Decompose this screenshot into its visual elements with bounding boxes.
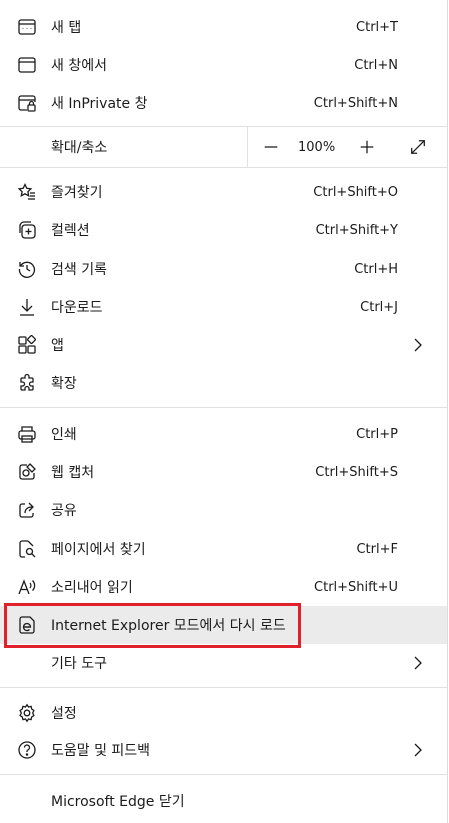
zoom-value: 100% [298,139,336,155]
shortcut-text: Ctrl+T [356,19,398,35]
minus-icon [264,146,278,148]
new-tab-icon [16,16,38,38]
shortcut-text: Ctrl+Shift+N [313,95,398,111]
menu-item-help-feedback[interactable]: 도움말 및 피드백 [0,731,447,769]
menu-item-label: 새 창에서 [51,58,107,74]
zoom-in-button[interactable] [353,133,381,161]
menu-item-reload-ie-mode[interactable]: Internet Explorer 모드에서 다시 로드 [0,606,447,644]
menu-item-label: 설정 [51,706,77,722]
chevron-right-icon [414,656,422,670]
menu-item-label: Internet Explorer 모드에서 다시 로드 [51,618,286,634]
menu-item-label: 소리내어 읽기 [51,580,133,596]
zoom-out-button[interactable] [257,133,285,161]
menu-item-print[interactable]: 인쇄 Ctrl+P [0,415,447,453]
inprivate-window-icon [16,92,38,114]
favorites-star-icon [16,181,38,203]
menu-item-read-aloud[interactable]: 소리내어 읽기 Ctrl+Shift+U [0,568,447,606]
gear-icon [16,702,38,724]
zoom-separator [247,127,248,167]
apps-grid-icon [16,334,38,356]
menu-item-settings[interactable]: 설정 [0,694,447,732]
menu-divider [0,167,447,168]
chevron-right-icon [414,338,422,352]
menu-item-zoom: 확대/축소 100% [0,127,447,167]
menu-item-label: 인쇄 [51,427,77,443]
shortcut-text: Ctrl+Shift+U [314,579,398,595]
shortcut-text: Ctrl+F [356,541,398,557]
read-aloud-icon [16,576,38,598]
printer-icon [16,423,38,445]
window-icon [16,54,38,76]
browser-settings-menu: 새 탭 Ctrl+T 새 창에서 Ctrl+N 새 InPrivate 창 Ct… [0,0,448,823]
menu-item-new-tab[interactable]: 새 탭 Ctrl+T [0,8,447,46]
menu-item-extensions[interactable]: 확장 [0,364,447,402]
menu-divider [0,407,447,408]
find-in-page-icon [16,538,38,560]
collections-icon [16,219,38,241]
puzzle-extension-icon [16,372,38,394]
history-icon [16,258,38,280]
menu-item-label: 도움말 및 피드백 [51,743,151,759]
menu-item-new-window[interactable]: 새 창에서 Ctrl+N [0,46,447,84]
menu-item-find-on-page[interactable]: 페이지에서 찾기 Ctrl+F [0,530,447,568]
menu-item-downloads[interactable]: 다운로드 Ctrl+J [0,288,447,326]
menu-item-label: 페이지에서 찾기 [51,542,146,558]
fullscreen-button[interactable] [404,133,432,161]
download-icon [16,296,38,318]
shortcut-text: Ctrl+H [354,261,398,277]
menu-item-label: 웹 캡처 [51,465,95,481]
share-icon [16,499,38,521]
menu-item-web-capture[interactable]: 웹 캡처 Ctrl+Shift+S [0,453,447,491]
shortcut-text: Ctrl+Shift+O [313,184,398,200]
menu-item-label: 확장 [51,376,77,392]
web-capture-icon [16,461,38,483]
shortcut-text: Ctrl+Shift+S [315,464,398,480]
menu-item-label: 새 탭 [51,20,82,36]
help-question-icon [16,739,38,761]
menu-item-label: 즐겨찾기 [51,185,103,201]
menu-item-collections[interactable]: 컬렉션 Ctrl+Shift+Y [0,211,447,249]
menu-item-share[interactable]: 공유 [0,491,447,529]
menu-item-more-tools[interactable]: 기타 도구 [0,644,447,682]
menu-item-label: 기타 도구 [51,656,107,672]
internet-explorer-icon [16,614,38,636]
expand-icon [411,140,425,154]
menu-item-label: Microsoft Edge 닫기 [51,794,185,810]
menu-item-label: 다운로드 [51,300,103,316]
menu-item-label: 공유 [51,503,77,519]
menu-item-favorites[interactable]: 즐겨찾기 Ctrl+Shift+O [0,173,447,211]
shortcut-text: Ctrl+Shift+Y [315,222,398,238]
shortcut-text: Ctrl+J [360,299,398,315]
shortcut-text: Ctrl+P [356,426,398,442]
menu-item-apps[interactable]: 앱 [0,326,447,364]
shortcut-text: Ctrl+N [354,57,398,73]
menu-item-close-edge[interactable]: Microsoft Edge 닫기 [0,782,447,820]
chevron-right-icon [414,743,422,757]
menu-item-new-inprivate[interactable]: 새 InPrivate 창 Ctrl+Shift+N [0,84,447,122]
menu-divider [0,774,447,775]
menu-item-label: 컬렉션 [51,223,90,239]
zoom-label: 확대/축소 [51,140,108,156]
menu-divider [0,687,447,688]
menu-item-label: 새 InPrivate 창 [51,96,148,112]
menu-item-label: 검색 기록 [51,262,107,278]
plus-icon [360,140,374,154]
menu-item-label: 앱 [51,338,64,354]
menu-item-history[interactable]: 검색 기록 Ctrl+H [0,250,447,288]
